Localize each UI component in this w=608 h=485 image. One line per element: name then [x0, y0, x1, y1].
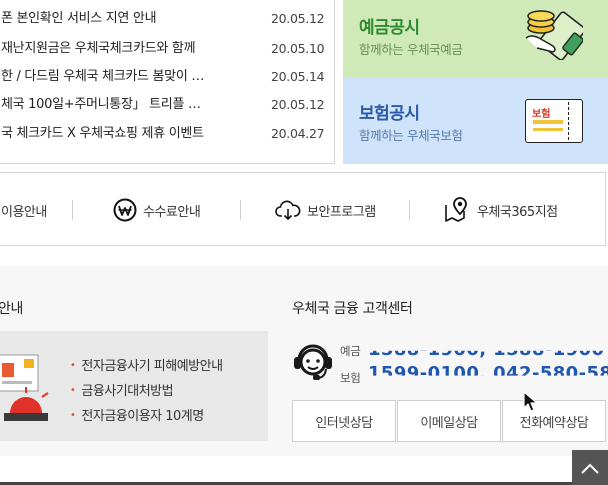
- map-pin-icon: [445, 197, 467, 222]
- notice-item[interactable]: 한 / 다드림 우체국 체크카드 봄맞이 … 20.05.14: [0, 63, 336, 91]
- quick-link-usage-guide[interactable]: 이용안내: [1, 173, 47, 247]
- divider: [409, 200, 410, 220]
- deposit-phone-label: 예금: [340, 344, 361, 358]
- internet-consult-button[interactable]: 인터넷상담: [292, 400, 396, 442]
- notice-title[interactable]: 폰 본인확인 서비스 지연 안내: [1, 5, 237, 33]
- notice-item[interactable]: 재난지원금은 우체국체크카드와 함께 20.05.10: [0, 35, 336, 63]
- notice-title[interactable]: 재난지원금은 우체국체크카드와 함께: [1, 35, 237, 63]
- coins-hand-icon: [525, 10, 583, 60]
- won-coin-icon: [113, 198, 137, 222]
- notice-item[interactable]: 폰 본인확인 서비스 지연 안내 20.05.12: [0, 5, 336, 33]
- quick-link-label: 우체국365지점: [477, 204, 558, 220]
- notice-date: 20.05.12: [271, 11, 325, 26]
- customer-center-title: 우체국 금융 고객센터: [292, 301, 413, 317]
- notice-date: 20.05.12: [271, 97, 325, 112]
- insurance-disclosure-title: 보험공시: [359, 104, 420, 124]
- fraud-guide-link[interactable]: • 금융사기대처방법: [70, 380, 223, 405]
- phone-reservation-button[interactable]: 전화예약상담: [502, 400, 606, 442]
- fraud-guide-links: • 전자금융사기 피해예방안내 • 금융사기대처방법 • 전자금융이용자 10계명: [70, 355, 223, 430]
- insurance-ticket-label: 보험: [532, 109, 551, 120]
- divider: [240, 200, 241, 220]
- notice-date: 20.05.14: [271, 69, 325, 84]
- notice-date: 20.05.10: [271, 41, 325, 56]
- quick-link-label: 이용안내: [1, 204, 47, 220]
- bullet-icon: •: [70, 410, 76, 421]
- cloud-download-icon: [275, 200, 301, 221]
- fraud-guide-box: • 전자금융사기 피해예방안내 • 금융사기대처방법 • 전자금융이용자 10계명: [0, 331, 268, 441]
- notice-title[interactable]: 한 / 다드림 우체국 체크카드 봄맞이 …: [1, 63, 237, 91]
- notice-item[interactable]: 국 체크카드 X 우체국쇼핑 제휴 이벤트 20.04.27: [0, 120, 336, 148]
- quick-link-365-branch[interactable]: 우체국365지점: [445, 173, 558, 247]
- fraud-guide-title: 안내: [0, 301, 23, 317]
- scroll-top-button[interactable]: [572, 450, 608, 485]
- deposit-disclosure-banner[interactable]: 예금공시 함께하는 우체국예금: [343, 0, 608, 78]
- chevron-up-icon: [581, 463, 599, 474]
- quick-link-security-program[interactable]: 보안프로그램: [275, 173, 376, 247]
- mouse-cursor-icon: [523, 391, 538, 412]
- notice-title[interactable]: 국 체크카드 X 우체국쇼핑 제휴 이벤트: [1, 120, 237, 148]
- fraud-guide-link[interactable]: • 전자금융이용자 10계명: [70, 405, 223, 430]
- deposit-phone-line: 예금 1588-1900, 1588-1900: [340, 340, 604, 360]
- fraud-guide-link[interactable]: • 전자금융사기 피해예방안내: [70, 355, 223, 380]
- insurance-ticket-icon: 보험: [525, 99, 583, 143]
- quick-link-label: 수수료안내: [143, 204, 201, 220]
- email-consult-button[interactable]: 이메일상담: [397, 400, 501, 442]
- quick-link-fee-guide[interactable]: 수수료안내: [113, 173, 201, 247]
- insurance-disclosure-banner[interactable]: 보험공시 함께하는 우체국보험 보험: [343, 78, 608, 164]
- bullet-icon: •: [70, 385, 76, 396]
- quick-link-label: 보안프로그램: [307, 204, 376, 220]
- siren-monitor-icon: [0, 354, 49, 421]
- quick-link-bar: 이용안내 수수료안내 보안프로그램 우체국365지점: [0, 172, 606, 246]
- insurance-disclosure-subtitle: 함께하는 우체국보험: [359, 128, 463, 143]
- guide-link-label: 전자금융이용자 10계명: [81, 409, 204, 424]
- insurance-phone-line: 보험 1599-0100, 042-580-5858: [340, 363, 608, 386]
- guide-link-label: 전자금융사기 피해예방안내: [81, 359, 223, 374]
- divider: [72, 200, 73, 220]
- guide-link-label: 금융사기대처방법: [81, 384, 174, 399]
- notice-list: 폰 본인확인 서비스 지연 안내 20.05.12 재난지원금은 우체국체크카드…: [0, 0, 335, 164]
- insurance-phone-label: 보험: [340, 371, 361, 385]
- notice-title[interactable]: 체국 100일+주머니통장」 트리플 …: [1, 91, 237, 119]
- headset-agent-icon: [294, 344, 332, 380]
- notice-item[interactable]: 체국 100일+주머니통장」 트리플 … 20.05.12: [0, 91, 336, 119]
- deposit-disclosure-subtitle: 함께하는 우체국예금: [359, 42, 463, 57]
- deposit-disclosure-title: 예금공시: [359, 18, 420, 38]
- notice-date: 20.04.27: [271, 126, 325, 141]
- bullet-icon: •: [70, 360, 76, 371]
